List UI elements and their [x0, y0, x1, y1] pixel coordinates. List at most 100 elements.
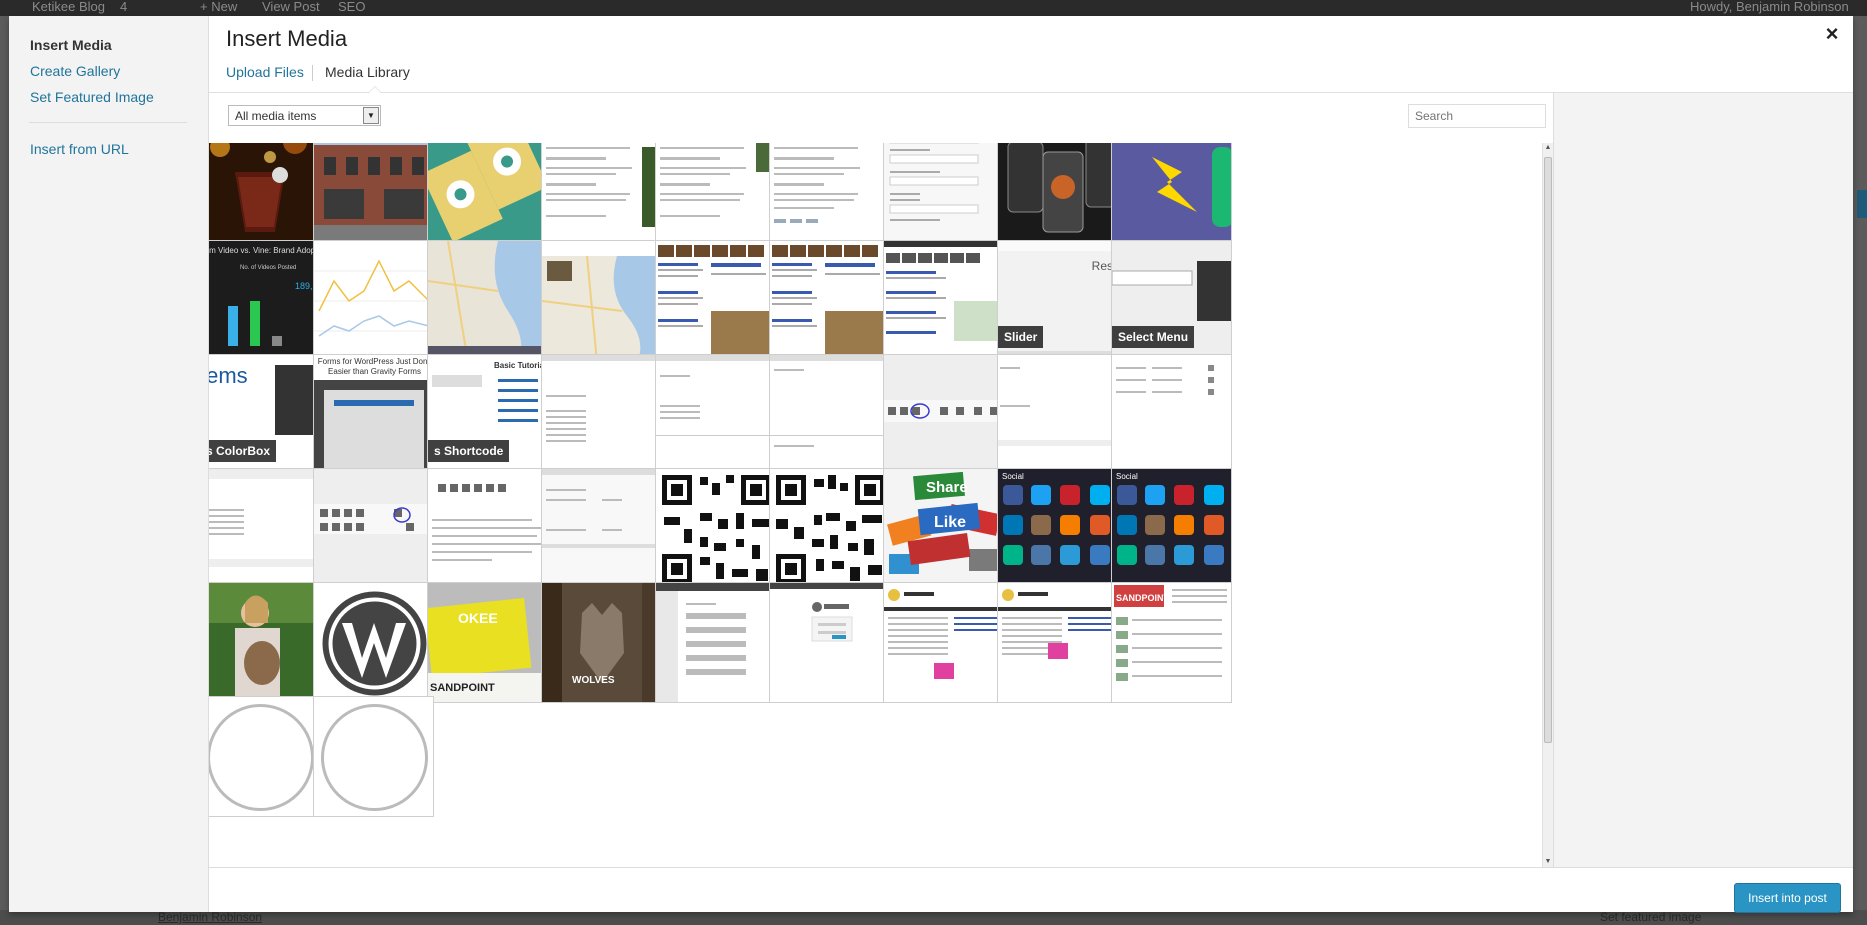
attachment-thumb[interactable] — [541, 354, 662, 475]
plugin-screenshot — [314, 380, 433, 474]
attachment-thumb[interactable]: tems s ColorBox — [209, 354, 320, 475]
tab-upload-files[interactable]: Upload Files — [226, 64, 304, 80]
newsletter-screenshot: SANDPOINT — [1114, 585, 1227, 681]
attachment-thumb[interactable] — [313, 143, 434, 247]
attachment-thumb[interactable] — [997, 582, 1118, 703]
bar-chart-graphic: ram Video vs. Vine: Brand Adoption St No… — [209, 241, 319, 360]
attachment-thumb[interactable]: Social — [1111, 468, 1232, 589]
modal-title: Insert Media — [226, 26, 348, 51]
attachment-details-sidebar — [1553, 93, 1853, 867]
attachment-thumb[interactable] — [655, 468, 776, 589]
attachment-thumb[interactable] — [313, 582, 434, 703]
attachment-thumb[interactable]: SANDPOINT — [1111, 582, 1232, 703]
attachment-thumb[interactable] — [769, 240, 890, 361]
attachment-thumb[interactable]: OKEE SANDPOINT — [427, 582, 548, 703]
media-menu: Insert Media Create Gallery Set Featured… — [9, 16, 209, 912]
person-owl-photo — [209, 583, 319, 702]
attachment-thumb[interactable]: Res Slider — [997, 240, 1118, 361]
attachment-thumb[interactable] — [209, 582, 320, 703]
attachment-thumb[interactable] — [769, 582, 890, 703]
attachment-thumb[interactable] — [883, 582, 1004, 703]
qr-code-image — [662, 475, 771, 584]
attachment-thumb[interactable] — [883, 354, 1004, 475]
social-icons-graphic: Social — [1112, 469, 1231, 588]
doc-screenshot — [774, 147, 860, 223]
menu-set-featured-image[interactable]: Set Featured Image — [30, 89, 154, 105]
phones-photo — [998, 143, 1117, 246]
thumb-text: Social — [1002, 472, 1024, 481]
scroll-down-icon[interactable]: ▼ — [1543, 857, 1553, 867]
footer-divider — [209, 867, 1853, 868]
attachment-thumb[interactable]: Social — [997, 468, 1118, 589]
media-filter-select[interactable]: All media items ▼ — [228, 105, 381, 126]
settings-screenshot — [542, 469, 661, 548]
admin-bar-new: + New — [200, 0, 238, 14]
attachment-thumb[interactable] — [655, 354, 776, 475]
thumb-text: SANDPOINT — [1116, 593, 1170, 603]
menu-separator — [29, 122, 187, 123]
attachment-thumb[interactable] — [313, 468, 434, 589]
attachments-grid: ram Video vs. Vine: Brand Adoption St No… — [209, 143, 1542, 867]
attachment-thumb[interactable] — [209, 696, 320, 817]
tab-separator — [312, 65, 313, 81]
tab-media-library[interactable]: Media Library — [325, 64, 410, 80]
attachment-thumb[interactable] — [997, 354, 1118, 475]
editor-screenshot — [209, 469, 319, 567]
attachment-thumb[interactable] — [769, 354, 890, 475]
menu-insert-media[interactable]: Insert Media — [30, 37, 112, 53]
attachment-thumb[interactable]: Share Like — [883, 468, 1004, 589]
close-icon[interactable]: × — [1820, 22, 1844, 46]
search-results-screenshot — [772, 245, 885, 356]
attachment-thumb[interactable]: Basic Tutorial s Shortcode — [427, 354, 548, 475]
attachment-thumb[interactable]: Forms for WordPress Just Don't Easier th… — [313, 354, 434, 475]
form-screenshot — [889, 143, 979, 221]
search-input[interactable] — [1408, 104, 1546, 128]
attachment-thumb[interactable] — [655, 143, 776, 247]
attachment-thumb[interactable] — [1111, 143, 1232, 247]
sign-photo: OKEE SANDPOINT — [428, 583, 547, 702]
attachment-thumb[interactable] — [541, 240, 662, 361]
doc-screenshot — [660, 143, 775, 217]
attachment-thumb[interactable] — [209, 143, 320, 247]
attachment-thumb[interactable] — [1111, 354, 1232, 475]
editor-screenshot — [432, 484, 542, 561]
background-featured: Set featured image — [1600, 910, 1702, 924]
attachment-thumb[interactable] — [209, 468, 320, 589]
insert-into-post-button[interactable]: Insert into post — [1734, 883, 1841, 913]
attachment-thumb[interactable] — [541, 468, 662, 589]
scrollbar-thumb[interactable] — [1544, 157, 1552, 743]
attachment-thumb[interactable] — [313, 240, 434, 361]
chevron-down-icon[interactable]: ▼ — [363, 107, 379, 124]
blog-screenshot — [998, 589, 1117, 659]
attachment-thumb[interactable]: ram Video vs. Vine: Brand Adoption St No… — [209, 240, 320, 361]
attachment-thumb[interactable] — [883, 240, 1004, 361]
attachment-thumb[interactable] — [769, 143, 890, 247]
attachment-thumb[interactable] — [769, 468, 890, 589]
attachment-thumb[interactable] — [427, 240, 548, 361]
attachment-thumb[interactable] — [883, 143, 1004, 247]
grid-scrollbar[interactable]: ▲ ▼ — [1542, 143, 1553, 867]
attachment-thumb[interactable] — [655, 240, 776, 361]
attachment-thumb[interactable] — [997, 143, 1118, 247]
thumb-text: WOLVES — [572, 675, 615, 686]
attachment-thumb[interactable] — [541, 143, 662, 247]
thumb-text: Like — [934, 514, 966, 531]
search-results-screenshot — [884, 241, 1003, 341]
attachment-thumb[interactable]: WOLVES — [541, 582, 662, 703]
table-screenshot — [1116, 365, 1214, 395]
scroll-up-icon[interactable]: ▲ — [1543, 143, 1553, 153]
menu-create-gallery[interactable]: Create Gallery — [30, 63, 120, 79]
attachment-thumb[interactable]: Select Menu — [1111, 240, 1232, 361]
thumb-label: Slider — [998, 326, 1044, 348]
social-signs-graphic: Share Like — [884, 469, 1003, 588]
attachment-thumb[interactable] — [313, 696, 434, 817]
attachment-thumb[interactable] — [427, 468, 548, 589]
search-results-screenshot — [658, 245, 771, 356]
qr-code-image — [776, 475, 885, 584]
attachment-thumb[interactable] — [655, 582, 776, 703]
toolbar-screenshot — [314, 504, 433, 534]
thumb-label: Select Menu — [1112, 326, 1195, 348]
menu-insert-from-url[interactable]: Insert from URL — [30, 141, 129, 157]
editor-screenshot — [656, 355, 775, 436]
attachment-thumb[interactable] — [427, 143, 548, 247]
